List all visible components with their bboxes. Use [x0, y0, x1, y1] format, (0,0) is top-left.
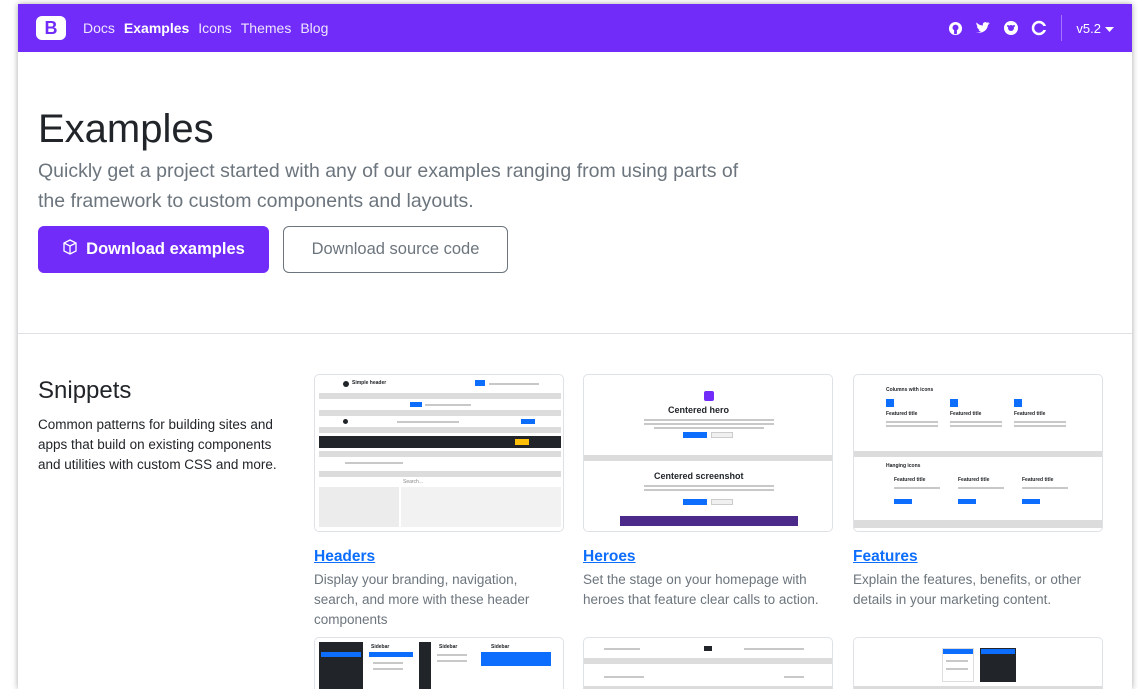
dropdowns-thumbnail[interactable]: [853, 637, 1103, 689]
opencollective-icon[interactable]: [1003, 20, 1019, 36]
thumb-hanging-title: Hanging icons: [886, 463, 921, 469]
top-navbar: B Docs Examples Icons Themes Blog v5.2: [18, 4, 1132, 52]
twitter-icon[interactable]: [975, 20, 991, 36]
version-label: v5.2: [1076, 20, 1101, 36]
download-examples-label: Download examples: [86, 240, 245, 258]
headers-link[interactable]: Headers: [314, 548, 564, 566]
thumb-sidebar-3: Sidebar: [491, 644, 510, 650]
features-link[interactable]: Features: [853, 548, 1103, 566]
nav-link-examples[interactable]: Examples: [124, 20, 189, 36]
download-source-button[interactable]: Download source code: [283, 226, 508, 273]
features-thumbnail[interactable]: Columns with icons Featured title Featur…: [853, 374, 1103, 532]
nav-link-icons[interactable]: Icons: [198, 20, 231, 36]
thumb-feature-3: Featured title: [1014, 411, 1046, 417]
headers-thumbnail[interactable]: Simple header Search...: [314, 374, 564, 532]
thumb-hanging-2: Featured title: [958, 477, 990, 483]
thumb-columns-title: Columns with icons: [886, 387, 934, 393]
bootstrap-logo[interactable]: B: [36, 16, 66, 40]
page-title: Examples: [38, 107, 214, 151]
snippets-description: Common patterns for building sites and a…: [38, 417, 277, 472]
heroes-thumbnail[interactable]: Centered hero Centered screenshot: [583, 374, 833, 532]
nav-link-blog[interactable]: Blog: [300, 20, 328, 36]
nav-link-docs[interactable]: Docs: [83, 20, 115, 36]
card-features[interactable]: Columns with icons Featured title Featur…: [853, 374, 1103, 610]
download-examples-button[interactable]: Download examples: [38, 226, 269, 273]
sidebars-thumbnail[interactable]: Sidebar Sidebar Sidebar: [314, 637, 564, 689]
thumb-hanging-3: Featured title: [1022, 477, 1054, 483]
box-icon: [62, 239, 78, 260]
thumb-sidebar-2: Sidebar: [439, 644, 458, 650]
headers-description: Display your branding, navigation, searc…: [314, 572, 530, 627]
page-lead: Quickly get a project started with any o…: [38, 160, 739, 212]
snippets-heading: Snippets: [38, 377, 132, 404]
thumb-feature-2: Featured title: [950, 411, 982, 417]
features-description: Explain the features, benefits, or other…: [853, 572, 1082, 607]
heroes-description: Set the stage on your homepage with hero…: [583, 572, 819, 607]
thumb-feature-1: Featured title: [886, 411, 918, 417]
thumb-sidebar-1: Sidebar: [371, 644, 390, 650]
card-heroes[interactable]: Centered hero Centered screenshot Heroes…: [583, 374, 833, 610]
browser-page: B Docs Examples Icons Themes Blog v5.2 E…: [18, 4, 1132, 689]
thumb-hero-title: Centered hero: [668, 405, 730, 415]
circle-icon[interactable]: [1031, 20, 1048, 36]
nav-link-themes[interactable]: Themes: [241, 20, 292, 36]
version-dropdown[interactable]: v5.2: [1076, 21, 1114, 36]
chevron-down-icon: [1105, 21, 1114, 36]
card-headers[interactable]: Simple header Search... Headers Display …: [314, 374, 564, 630]
github-icon[interactable]: [947, 20, 963, 36]
footers-thumbnail[interactable]: [583, 637, 833, 689]
nav-links: Docs Examples Icons Themes Blog: [83, 20, 328, 36]
thumb-hanging-1: Featured title: [894, 477, 926, 483]
nav-divider: [1061, 15, 1063, 41]
logo-icon: [343, 381, 349, 387]
hero-section: Examples Quickly get a project started w…: [18, 52, 1132, 334]
thumb-label: Simple header: [352, 380, 387, 386]
heroes-link[interactable]: Heroes: [583, 548, 833, 566]
thumb-search: Search...: [403, 479, 424, 485]
thumb-screenshot-title: Centered screenshot: [654, 471, 744, 481]
